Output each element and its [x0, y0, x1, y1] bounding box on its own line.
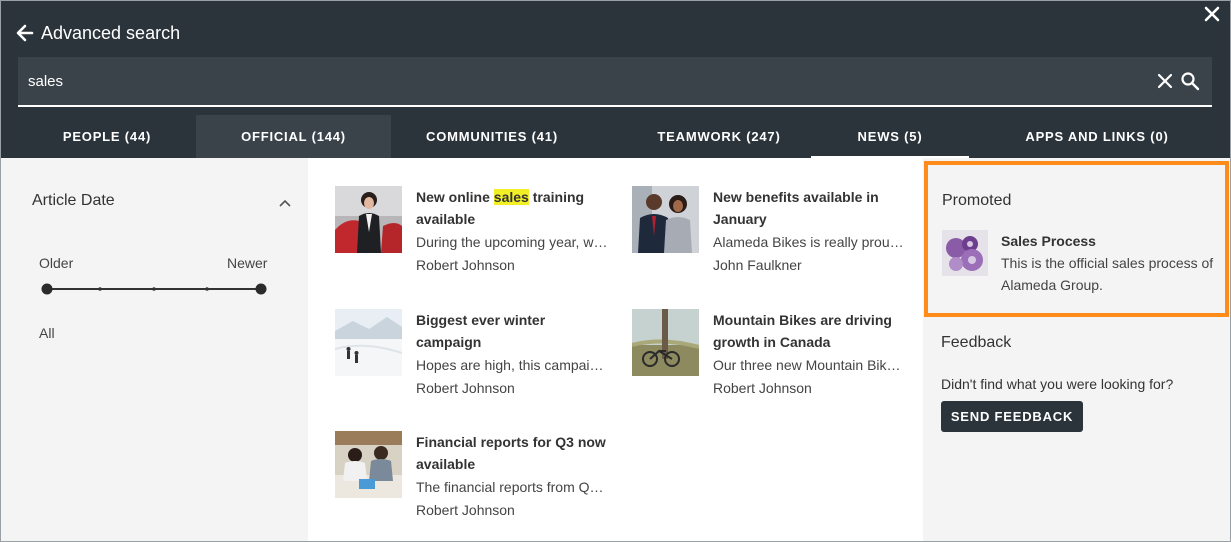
promoted-item-title: Sales Process: [1001, 233, 1096, 249]
result-item[interactable]: Mountain Bikes are driving growth in Can…: [632, 309, 912, 409]
promoted-item-description: This is the official sales process of Al…: [1001, 255, 1214, 293]
news-results: New online sales training available Duri…: [308, 158, 923, 541]
date-range-value: All: [39, 325, 55, 341]
result-description: Hopes are high, this campaign will be: [416, 357, 611, 373]
feedback-title: Feedback: [941, 334, 1012, 351]
search-input[interactable]: [28, 69, 1128, 93]
result-description: During the upcoming year, we will be lau…: [416, 234, 611, 250]
result-author: Robert Johnson: [416, 502, 515, 518]
result-author: Robert Johnson: [416, 380, 515, 396]
result-title: Mountain Bikes are driving growth in Can…: [713, 312, 892, 350]
slider-handle-newer: [255, 283, 267, 295]
feedback-text: Didn't find what you were looking for?: [941, 376, 1174, 392]
tab-people[interactable]: PEOPLE (44): [19, 115, 195, 158]
promoted-thumbnail: [942, 230, 988, 276]
result-author: John Faulkner: [713, 257, 802, 273]
promoted-section: Promoted Sales Process This is the offic…: [924, 161, 1229, 317]
tab-news[interactable]: NEWS (5): [811, 115, 969, 158]
filter-title: Article Date: [32, 192, 115, 209]
result-thumbnail: [632, 186, 699, 253]
result-thumbnail: [632, 309, 699, 376]
newer-label: Newer: [227, 255, 268, 271]
result-thumbnail: [335, 431, 402, 498]
back-arrow-icon[interactable]: [15, 23, 35, 43]
promoted-title: Promoted: [942, 192, 1012, 209]
result-item[interactable]: New online sales training available Duri…: [335, 186, 615, 286]
result-item[interactable]: Financial reports for Q3 now available T…: [335, 431, 615, 531]
result-description: The financial reports from Q3 are now: [416, 479, 611, 495]
filter-panel: Article Date Older Newer All: [1, 158, 308, 541]
result-item[interactable]: New benefits available in January Alamed…: [632, 186, 912, 286]
search-highlight: sales: [493, 189, 529, 205]
close-icon[interactable]: [1202, 4, 1222, 24]
result-title: New online sales training available: [416, 189, 585, 227]
slider-handle-older: [41, 283, 53, 295]
result-description: Alameda Bikes is really proud to announc…: [713, 234, 908, 250]
sidebar-right: Promoted Sales Process This is the offic…: [923, 158, 1230, 541]
result-tabs: PEOPLE (44) OFFICIAL (144) COMMUNITIES (…: [1, 115, 1230, 158]
date-range-slider[interactable]: [41, 282, 267, 296]
clear-search-icon[interactable]: [1156, 72, 1174, 90]
search-box: [18, 57, 1212, 107]
result-thumbnail: [335, 309, 402, 376]
tab-apps-and-links[interactable]: APPS AND LINKS (0): [991, 115, 1203, 158]
chevron-up-icon[interactable]: [278, 196, 292, 210]
result-item[interactable]: Biggest ever winter campaign Hopes are h…: [335, 309, 615, 409]
tab-official[interactable]: OFFICIAL (144): [196, 115, 391, 158]
result-author: Robert Johnson: [713, 380, 812, 396]
search-icon[interactable]: [1180, 71, 1200, 91]
result-title: Biggest ever winter campaign: [416, 312, 546, 350]
result-author: Robert Johnson: [416, 257, 515, 273]
search-header: Advanced search PEOPLE (44) OFFICIAL (14…: [1, 1, 1230, 158]
result-description: Our three new Mountain Bikes have: [713, 357, 908, 373]
send-feedback-button[interactable]: SEND FEEDBACK: [941, 401, 1083, 432]
older-label: Older: [39, 255, 74, 271]
result-thumbnail: [335, 186, 402, 253]
tab-communities[interactable]: COMMUNITIES (41): [391, 115, 593, 158]
page-title: Advanced search: [41, 22, 181, 43]
result-title: Financial reports for Q3 now available: [416, 434, 606, 472]
advanced-search-window: Advanced search PEOPLE (44) OFFICIAL (14…: [0, 0, 1231, 542]
back-row: Advanced search: [15, 21, 180, 45]
promoted-item[interactable]: Sales Process This is the official sales…: [942, 230, 1227, 293]
tab-teamwork[interactable]: TEAMWORK (247): [621, 115, 817, 158]
result-title: New benefits available in January: [713, 189, 879, 227]
